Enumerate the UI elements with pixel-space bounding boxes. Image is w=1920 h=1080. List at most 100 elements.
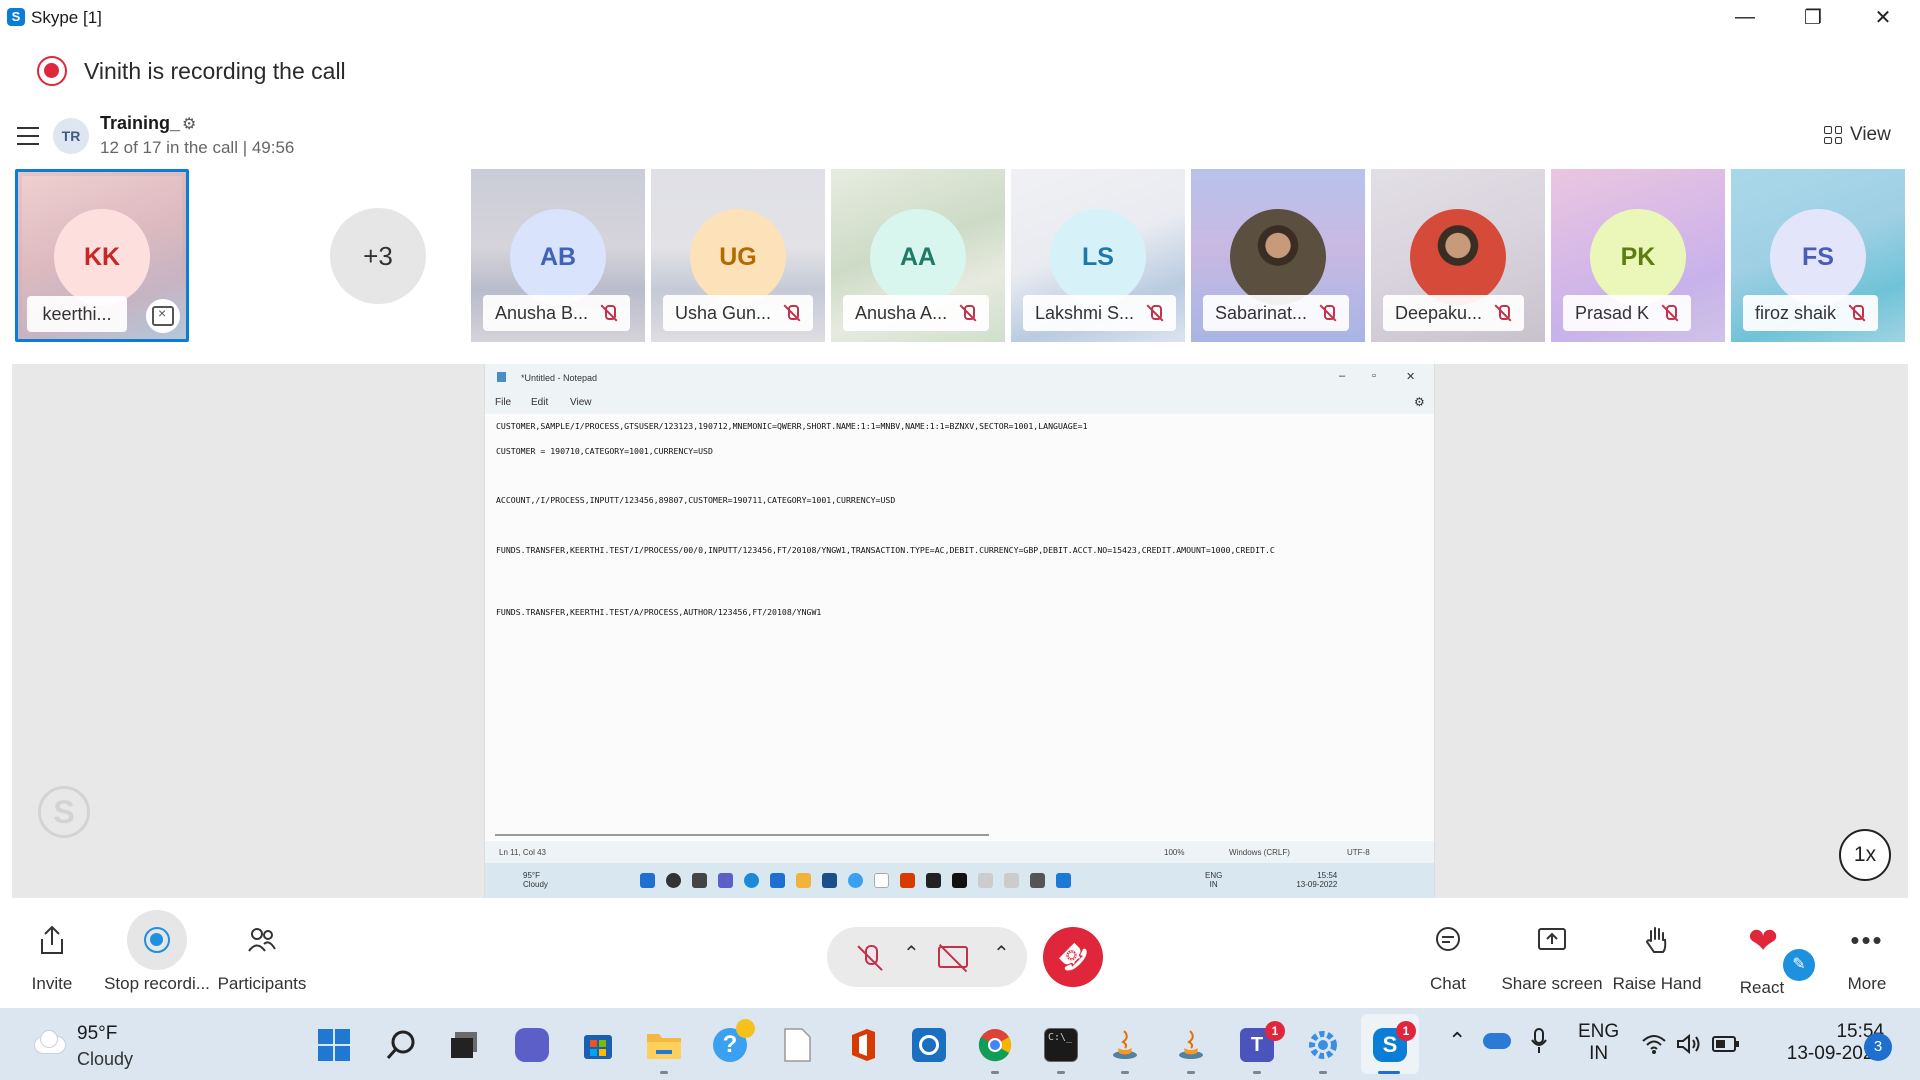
java-icon-2[interactable] — [1170, 1024, 1212, 1066]
restore-button[interactable]: ❐ — [1778, 0, 1848, 34]
shared-tray: ENG IN 15:54 13-09-2022 — [1205, 871, 1337, 889]
raise-hand-label: Raise Hand — [1612, 974, 1702, 993]
teams-chat-icon[interactable] — [511, 1024, 553, 1066]
language-indicator[interactable]: ENG IN — [1578, 1021, 1619, 1065]
search-icon[interactable] — [380, 1024, 422, 1066]
java-icon[interactable] — [1104, 1024, 1146, 1066]
more-participants-button[interactable]: +3 — [330, 208, 426, 304]
heart-icon[interactable]: ❤ — [1748, 923, 1778, 959]
chrome-icon[interactable] — [974, 1024, 1016, 1066]
notepad-scrollbar — [495, 834, 989, 836]
shared-lang-top: ENG — [1205, 871, 1223, 880]
participant-avatar: LS — [1050, 209, 1146, 305]
weather-condition[interactable]: Cloudy — [77, 1049, 133, 1070]
participant-nameplate: Deepaku... — [1383, 295, 1525, 331]
shared-taskbar-icons — [640, 873, 1071, 888]
cloud-icon[interactable] — [28, 1030, 66, 1054]
participant-tile[interactable]: AB Anusha B... — [471, 169, 645, 342]
recording-stop-icon — [127, 910, 187, 970]
more-button[interactable]: ••• More — [1812, 916, 1920, 994]
camera-off-icon[interactable] — [938, 946, 968, 968]
remote-desktop-icon[interactable] — [908, 1024, 950, 1066]
raise-hand-button[interactable]: Raise Hand — [1602, 916, 1712, 994]
close-button[interactable]: ✕ — [1848, 0, 1918, 34]
office-icon[interactable] — [842, 1024, 884, 1066]
participant-tile[interactable]: LS Lakshmi S... — [1011, 169, 1185, 342]
shared-time: 15:54 — [1317, 871, 1338, 880]
stop-recording-label: Stop recordi... — [104, 974, 210, 993]
participant-tile[interactable]: AA Anusha A... — [831, 169, 1005, 342]
share-screen-button[interactable]: Share screen — [1497, 916, 1607, 994]
notepad-maximize-icon: ▫ — [1372, 370, 1376, 382]
task-view-icon[interactable] — [444, 1024, 486, 1066]
minimize-button[interactable]: — — [1710, 0, 1780, 34]
participant-photo — [1410, 209, 1506, 305]
participant-tile[interactable]: Deepaku... — [1371, 169, 1545, 342]
call-title[interactable]: Training_ — [100, 113, 180, 134]
notification-count-badge[interactable]: 3 — [1864, 1033, 1892, 1061]
camera-options-chevron-icon[interactable]: ⌃ — [993, 941, 1010, 966]
participant-tile[interactable]: PK Prasad K — [1551, 169, 1725, 342]
microphone-icon[interactable] — [1530, 1028, 1548, 1059]
stop-recording-button[interactable]: Stop recordi... — [102, 910, 212, 994]
battery-icon[interactable] — [1712, 1036, 1740, 1057]
participants-button[interactable]: Participants — [207, 916, 317, 994]
participant-name: Deepaku... — [1395, 302, 1483, 323]
gear-icon[interactable]: ⚙ — [182, 114, 196, 134]
participant-nameplate: Prasad K — [1563, 295, 1692, 331]
participant-tile[interactable]: UG Usha Gun... — [651, 169, 825, 342]
participants-label: Participants — [217, 974, 307, 993]
pen-icon[interactable]: ✎ — [1783, 949, 1815, 981]
more-label: More — [1847, 974, 1887, 993]
call-subtitle: 12 of 17 in the call | 49:56 — [100, 138, 295, 157]
end-call-button[interactable]: ☎ — [1030, 914, 1116, 1000]
participant-nameplate: Anusha A... — [843, 295, 990, 331]
chat-label: Chat — [1430, 974, 1466, 993]
self-avatar: KK — [54, 209, 150, 305]
mic-muted-icon — [1494, 304, 1512, 322]
self-initials: KK — [83, 243, 121, 271]
store-icon[interactable] — [577, 1024, 619, 1066]
chevron-up-icon[interactable]: ⌃ — [1448, 1028, 1466, 1054]
start-icon[interactable] — [313, 1024, 355, 1066]
blank-document-icon[interactable] — [776, 1024, 818, 1066]
playback-speed-button[interactable]: 1x — [1839, 829, 1891, 881]
terminal-icon[interactable]: C:\_ — [1040, 1024, 1082, 1066]
participant-avatar: AA — [870, 209, 966, 305]
mic-muted-icon — [1848, 304, 1866, 322]
stop-sharing-button[interactable] — [146, 299, 180, 333]
participant-name: firoz shaik — [1755, 302, 1837, 323]
chat-button[interactable]: Chat — [1393, 916, 1503, 994]
notepad-title: *Untitled - Notepad — [521, 373, 598, 383]
file-explorer-icon[interactable] — [643, 1024, 685, 1066]
windows-taskbar: 95°F Cloudy — [0, 1008, 1920, 1080]
skype-badge: 1 — [1396, 1021, 1416, 1041]
shared-taskbar: 95°F Cloudy ENG IN 15:54 13-09-2022 — [485, 863, 1434, 898]
group-avatar[interactable]: TR — [53, 118, 89, 154]
mic-muted-icon[interactable] — [857, 945, 883, 973]
notepad-minimize-icon: – — [1339, 370, 1346, 382]
recording-text: Vinith is recording the call — [84, 58, 346, 84]
participant-tile[interactable]: Sabarinat... — [1191, 169, 1365, 342]
wifi-icon[interactable] — [1641, 1033, 1667, 1060]
onedrive-icon[interactable] — [1483, 1033, 1511, 1049]
self-video-tile[interactable]: KK keerthi... — [15, 169, 189, 342]
invite-button[interactable]: Invite — [0, 916, 107, 994]
participant-name: Usha Gun... — [675, 302, 772, 323]
view-button[interactable]: View — [1824, 124, 1891, 146]
menu-icon[interactable] — [17, 127, 39, 145]
notepad-menu: File Edit View ⚙ — [485, 390, 1434, 414]
shared-weather-temp: 95°F — [523, 871, 540, 880]
settings-gear-icon[interactable] — [1302, 1024, 1344, 1066]
react-button[interactable]: React — [1707, 978, 1817, 998]
shared-weather-condition: Cloudy — [523, 880, 548, 889]
participant-avatar: FS — [1770, 209, 1866, 305]
skype-watermark-icon: S — [38, 786, 90, 838]
volume-icon[interactable] — [1676, 1033, 1702, 1060]
participant-tile[interactable]: FS firoz shaik — [1731, 169, 1905, 342]
weather-temperature[interactable]: 95°F — [77, 1023, 117, 1045]
mic-options-chevron-icon[interactable]: ⌃ — [903, 941, 920, 966]
invite-label: Invite — [31, 974, 73, 993]
notepad-line: FUNDS.TRANSFER,KEERTHI.TEST/A/PROCESS,AU… — [496, 607, 822, 617]
notepad-cursor-position: Ln 11, Col 43 — [499, 848, 546, 857]
